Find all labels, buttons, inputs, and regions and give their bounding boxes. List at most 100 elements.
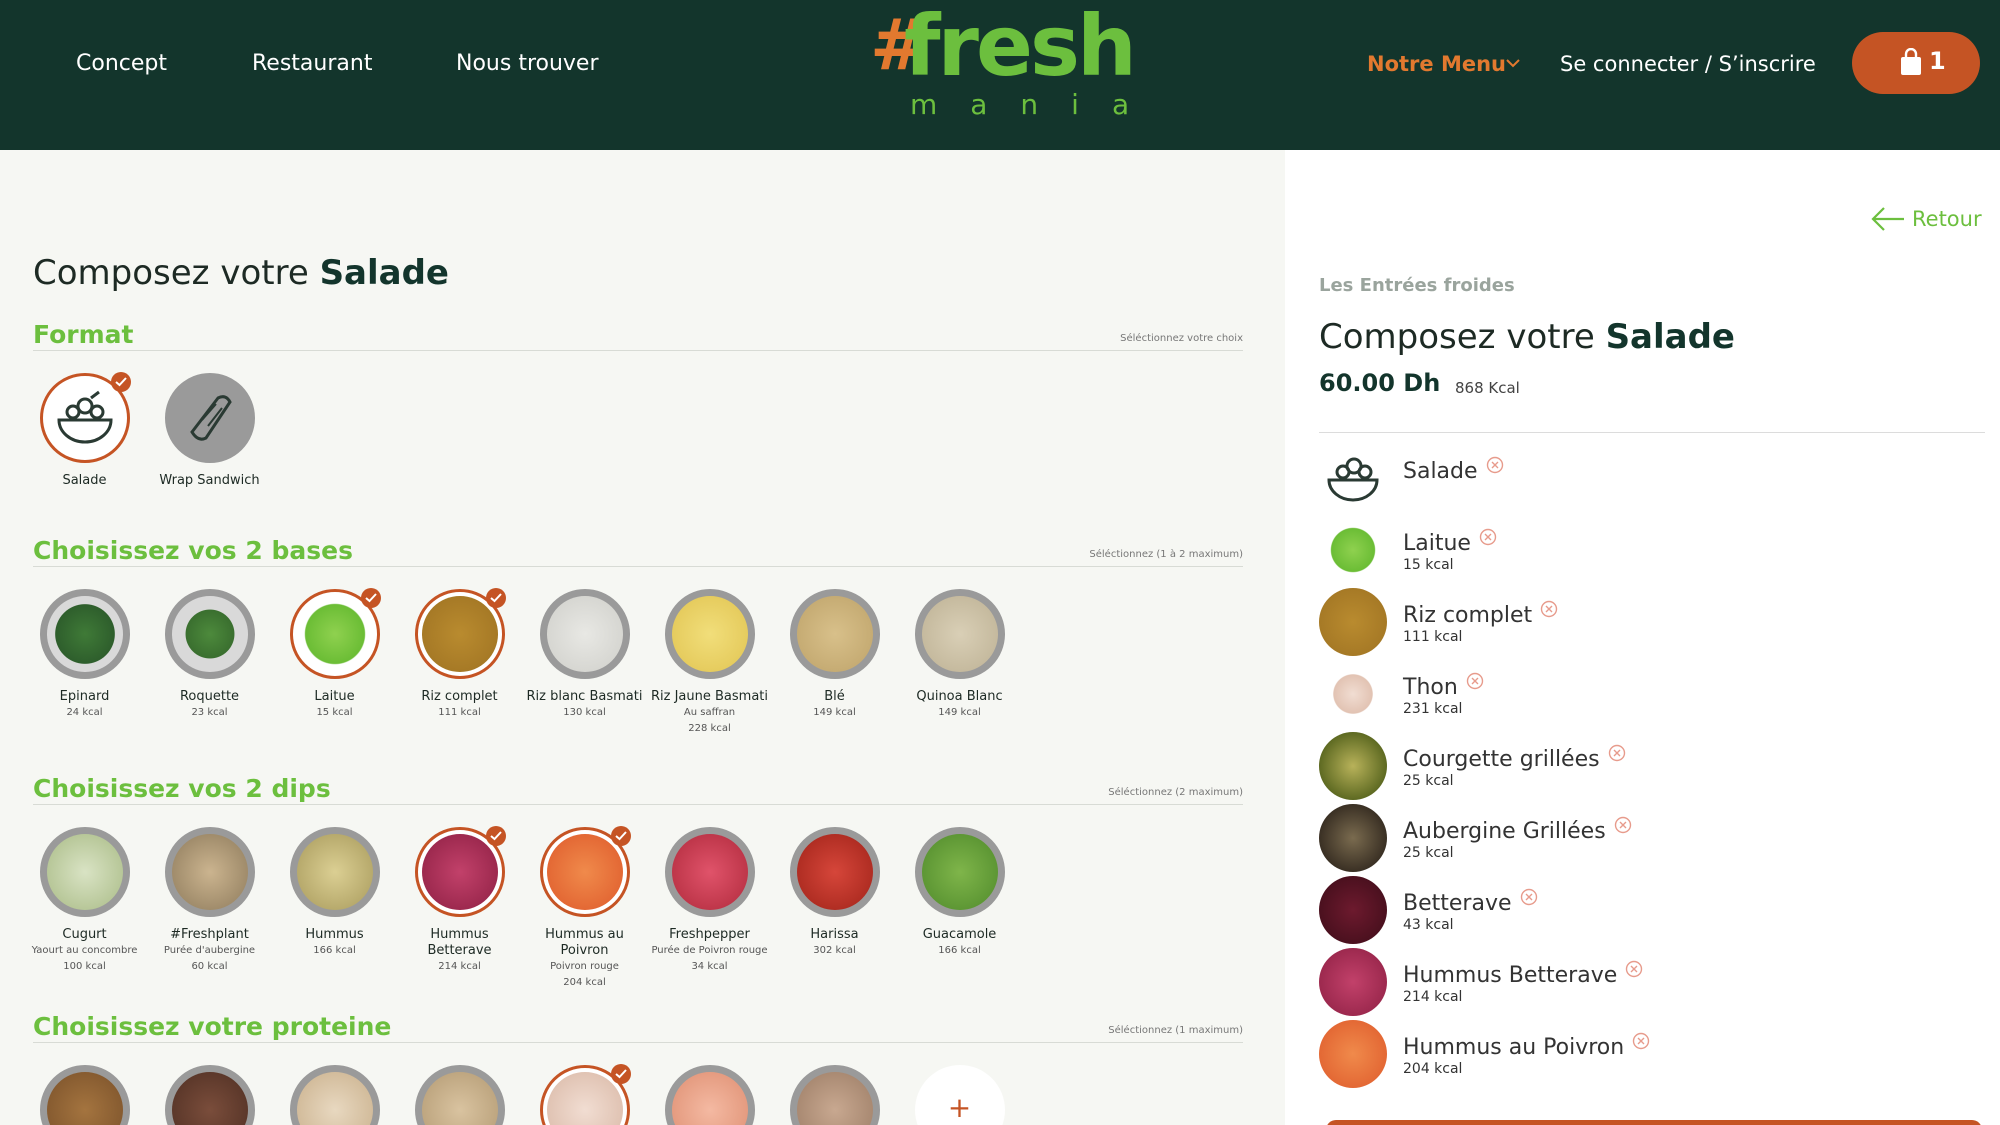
option-circle[interactable]	[414, 1065, 505, 1125]
option-circle[interactable]	[39, 372, 131, 463]
format-option-salade[interactable]: Salade	[22, 372, 147, 489]
option-label: Blé	[824, 689, 845, 704]
proteine-option[interactable]	[772, 1065, 897, 1125]
proteine-option[interactable]	[147, 1065, 272, 1125]
summary-item-name: Betterave	[1403, 888, 1538, 918]
remove-icon[interactable]	[1540, 600, 1558, 618]
option-kcal: 166 kcal	[313, 945, 356, 956]
riz-blanc-photo	[546, 596, 623, 672]
summary-item-name: Aubergine Grillées	[1403, 816, 1632, 846]
base-option-ble[interactable]: Blé 149 kcal	[772, 589, 897, 721]
chevron-down-icon[interactable]	[1504, 54, 1522, 72]
option-circle[interactable]	[664, 827, 755, 917]
option-circle[interactable]	[664, 1065, 755, 1125]
proteine-option[interactable]	[272, 1065, 397, 1125]
base-option-quinoa-blanc[interactable]: Quinoa Blanc 149 kcal	[897, 589, 1022, 721]
option-circle[interactable]	[914, 827, 1005, 917]
option-circle[interactable]	[164, 827, 255, 917]
option-circle[interactable]	[789, 1065, 880, 1125]
option-label: Wrap Sandwich	[159, 473, 260, 488]
option-circle[interactable]	[164, 1065, 255, 1125]
summary-item-kcal: 231 kcal	[1403, 701, 1463, 717]
nav-nous-trouver-link[interactable]: Nous trouver	[456, 50, 599, 78]
dip-option-freshpepper[interactable]: Freshpepper Purée de Poivron rouge 34 kc…	[647, 827, 772, 975]
hummus-betterave-thumb	[1319, 948, 1387, 1016]
dip-option-harissa[interactable]: Harissa 302 kcal	[772, 827, 897, 959]
dip-option-hummus-betterave[interactable]: Hummus Betterave 214 kcal	[397, 826, 522, 975]
nav-concept-link[interactable]: Concept	[76, 50, 167, 78]
option-kcal: 23 kcal	[191, 707, 228, 718]
dip-option-hummus-au-poivron[interactable]: Hummus au Poivron Poivron rouge 204 kcal	[522, 826, 647, 991]
option-circle[interactable]	[164, 589, 255, 679]
option-circle[interactable]	[789, 589, 880, 679]
proteine-option[interactable]	[647, 1065, 772, 1125]
option-subtitle: Purée de Poivron rouge	[651, 945, 768, 956]
logo-subtitle: mania	[910, 88, 1163, 121]
hummus-photo	[296, 834, 373, 910]
base-option-riz-complet[interactable]: Riz complet 111 kcal	[397, 588, 522, 721]
hummus-poivron-photo	[546, 834, 623, 910]
remove-icon[interactable]	[1608, 744, 1626, 762]
dip-option-freshplant[interactable]: #Freshplant Purée d'aubergine 60 kcal	[147, 827, 272, 975]
proteine-option-selected[interactable]	[522, 1064, 647, 1125]
cart-button[interactable]: 1	[1852, 32, 1980, 94]
option-circle[interactable]	[539, 589, 630, 679]
add-to-cart-button[interactable]	[1326, 1120, 1982, 1125]
notre-menu-dropdown[interactable]: Notre Menu	[1367, 50, 1506, 78]
option-label: Hummus Betterave	[427, 927, 492, 958]
base-option-epinard[interactable]: Epinard 24 kcal	[22, 589, 147, 721]
option-circle[interactable]	[39, 1065, 130, 1125]
option-kcal: 100 kcal	[63, 961, 106, 972]
option-circle[interactable]	[414, 826, 506, 917]
selected-check-icon	[485, 826, 506, 846]
base-option-riz-jaune-basmati[interactable]: Riz Jaune Basmati Au saffran 228 kcal	[647, 589, 772, 737]
format-option-wrap-sandwich[interactable]: Wrap Sandwich	[147, 373, 272, 489]
summary-title-prefix: Composez votre	[1319, 317, 1595, 357]
base-option-roquette[interactable]: Roquette 23 kcal	[147, 589, 272, 721]
more-options-button[interactable]: +	[897, 1065, 1022, 1125]
option-kcal: 24 kcal	[66, 707, 103, 718]
option-circle[interactable]	[414, 588, 506, 679]
back-label: Retour	[1912, 207, 1982, 231]
login-signup-link[interactable]: Se connecter / S’inscrire	[1560, 50, 1816, 78]
remove-icon[interactable]	[1486, 456, 1504, 474]
base-option-laitue[interactable]: Laitue 15 kcal	[272, 588, 397, 721]
proteine-photo	[796, 1072, 873, 1125]
base-option-riz-blanc-basmati[interactable]: Riz blanc Basmati 130 kcal	[522, 589, 647, 721]
proteine-option[interactable]	[397, 1065, 522, 1125]
proteine-option[interactable]	[22, 1065, 147, 1125]
remove-icon[interactable]	[1479, 528, 1497, 546]
remove-icon[interactable]	[1466, 672, 1484, 690]
summary-item-label: Hummus au Poivron	[1403, 1035, 1625, 1060]
option-circle[interactable]	[289, 827, 380, 917]
dip-option-guacamole[interactable]: Guacamole 166 kcal	[897, 827, 1022, 959]
remove-icon[interactable]	[1520, 888, 1538, 906]
option-circle[interactable]	[39, 589, 130, 679]
ble-photo	[796, 596, 873, 672]
option-circle[interactable]	[289, 588, 381, 679]
option-kcal: 302 kcal	[813, 945, 856, 956]
option-circle[interactable]	[289, 1065, 380, 1125]
summary-title-bold: Salade	[1605, 317, 1735, 357]
option-circle[interactable]	[664, 589, 755, 679]
option-circle[interactable]	[39, 827, 130, 917]
option-circle[interactable]	[164, 373, 255, 463]
remove-icon[interactable]	[1614, 816, 1632, 834]
dip-option-cugurt[interactable]: Cugurt Yaourt au concombre 100 kcal	[22, 827, 147, 975]
remove-icon[interactable]	[1625, 960, 1643, 978]
option-circle[interactable]	[789, 827, 880, 917]
section-hint-format: Séléctionnez votre choix	[1120, 333, 1243, 344]
remove-icon[interactable]	[1632, 1032, 1650, 1050]
plus-icon[interactable]: +	[914, 1065, 1005, 1125]
option-label: Riz Jaune Basmati	[650, 689, 768, 704]
plus-glyph: +	[947, 1091, 972, 1124]
dip-option-hummus[interactable]: Hummus 166 kcal	[272, 827, 397, 959]
option-label: Riz blanc Basmati	[526, 689, 643, 704]
nav-restaurant-link[interactable]: Restaurant	[252, 50, 372, 78]
option-circle[interactable]	[539, 1064, 631, 1125]
option-circle[interactable]	[914, 589, 1005, 679]
riz-complet-thumb	[1319, 588, 1387, 656]
option-circle[interactable]	[539, 826, 631, 917]
back-button[interactable]: Retour	[1870, 204, 1990, 234]
freshmania-logo[interactable]: # fresh mania	[870, 4, 1137, 124]
